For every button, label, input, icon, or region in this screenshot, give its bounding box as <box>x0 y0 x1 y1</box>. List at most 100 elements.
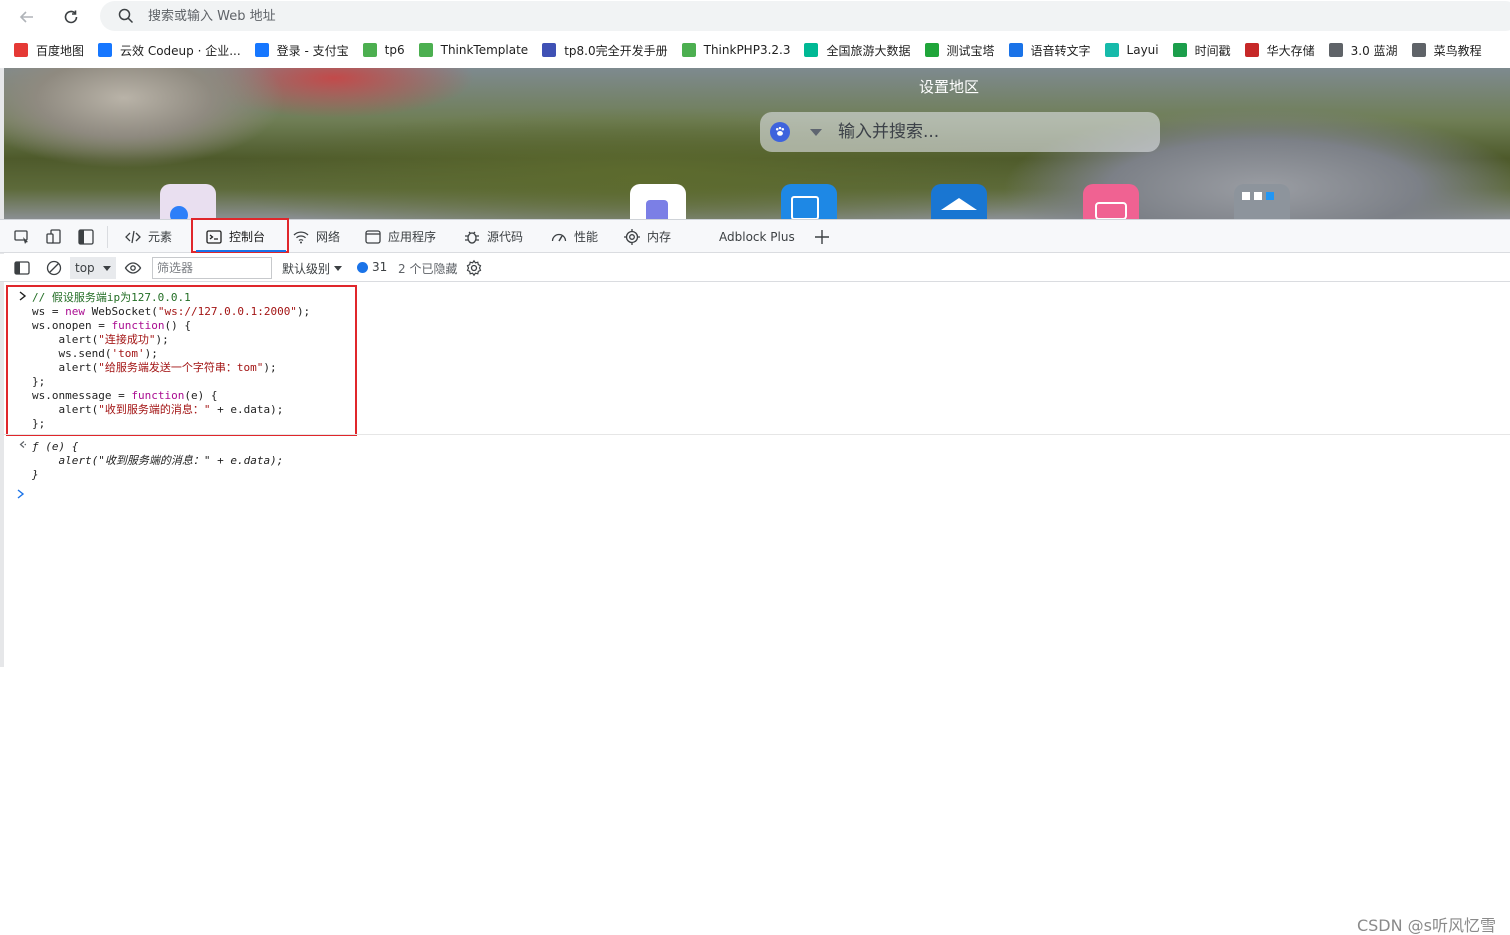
search-icon <box>118 8 134 24</box>
divider <box>107 226 108 248</box>
bookmark-item[interactable]: ThinkPHP3.2.3 <box>681 39 791 61</box>
dropdown-caret-icon <box>102 265 111 271</box>
thinkphp-icon <box>681 43 696 57</box>
tab-elements[interactable]: 元素 <box>124 220 172 253</box>
bookmark-item[interactable]: tp6 <box>362 39 405 61</box>
clear-console-icon[interactable] <box>45 259 63 277</box>
console-icon <box>206 229 222 244</box>
shortcut-tile[interactable] <box>1083 184 1139 219</box>
bookmark-item[interactable]: 语音转文字 <box>1008 39 1091 61</box>
code-token: }; <box>32 417 46 430</box>
code-token: ws.onopen = <box>32 319 112 332</box>
hidden-count: 2 个已隐藏 <box>398 262 458 276</box>
back-button[interactable] <box>14 4 40 30</box>
add-tab-plus-icon[interactable] <box>813 228 831 246</box>
bookmark-item[interactable]: 全国旅游大数据 <box>804 39 911 61</box>
engine-dropdown-icon[interactable] <box>810 129 822 136</box>
shortcut-tile[interactable] <box>781 184 837 219</box>
refresh-button[interactable] <box>58 4 84 30</box>
bookmark-item[interactable]: 登录 - 支付宝 <box>254 39 349 61</box>
message-count-badge[interactable]: 31 <box>357 260 387 274</box>
bookmark-item[interactable]: 测试宝塔 <box>924 39 995 61</box>
tab-performance[interactable]: 性能 <box>550 220 598 253</box>
bookmark-item[interactable]: 菜鸟教程 <box>1411 39 1482 61</box>
console-command[interactable]: // 假设服务端ip为127.0.0.1 ws = new WebSocket("… <box>32 291 310 431</box>
code-token: 'tom' <box>111 347 145 360</box>
result-arrow-icon <box>18 440 27 454</box>
bookmark-item[interactable]: 百度地图 <box>14 39 84 61</box>
divider <box>0 434 1510 435</box>
code-token: ); <box>155 333 169 346</box>
tab-memory[interactable]: 内存 <box>623 220 671 253</box>
eye-icon[interactable] <box>124 259 142 277</box>
alipay-icon <box>254 43 269 57</box>
bookmark-item[interactable]: 3.0 蓝湖 <box>1328 39 1398 61</box>
bookmark-item[interactable]: Layui <box>1104 39 1159 61</box>
tab-label: 控制台 <box>229 230 266 244</box>
home-icon <box>941 198 977 210</box>
code-token: alert( <box>32 361 99 374</box>
bookmark-item[interactable]: ThinkTemplate <box>418 39 528 61</box>
tab-sources[interactable]: 源代码 <box>463 220 523 253</box>
tab-label: 性能 <box>574 230 599 244</box>
code-token: "ws://127.0.0.1:2000" <box>157 305 297 318</box>
code-token: // 假设服务端ip为127.0.0.1 <box>32 291 191 304</box>
code-line: }; <box>32 375 310 389</box>
play-icon <box>804 43 819 57</box>
bookmark-item[interactable]: 华大存储 <box>1244 39 1315 61</box>
tab-application[interactable]: 应用程序 <box>364 220 436 253</box>
folder-grid-icon <box>1242 192 1250 200</box>
newtab-search-box[interactable] <box>760 112 1160 152</box>
active-tab-indicator <box>196 250 286 252</box>
console-output-area[interactable]: // 假设服务端ip为127.0.0.1 ws = new WebSocket("… <box>0 283 1510 934</box>
bookmark-label: 测试宝塔 <box>946 43 995 58</box>
tab-console[interactable]: 控制台 <box>205 220 265 253</box>
code-token: () { <box>164 319 191 332</box>
speedometer-icon <box>551 233 567 241</box>
shortcut-tile[interactable] <box>160 184 216 219</box>
bookmarks-bar: 百度地图 云效 Codeup · 企业... 登录 - 支付宝 tp6 ThinkTem… <box>0 36 1510 64</box>
code-token: "连接成功" <box>98 333 156 346</box>
shortcut-folder-tile[interactable] <box>1234 184 1290 219</box>
set-region-link[interactable]: 设置地区 <box>884 76 1014 97</box>
newtab-search-input[interactable] <box>838 120 1138 144</box>
result-line: } <box>32 468 39 481</box>
tab-label: 元素 <box>148 230 173 244</box>
code-token: (e) { <box>184 389 218 402</box>
filter-input[interactable] <box>152 257 272 279</box>
bookmark-item[interactable]: tp8.0完全开发手册 <box>542 39 668 61</box>
bookmark-label: ThinkPHP3.2.3 <box>703 43 791 57</box>
map-pin-icon <box>14 43 28 57</box>
folder-grid-icon <box>1254 192 1262 200</box>
bookmark-item[interactable]: 时间戳 <box>1172 39 1231 61</box>
settings-gear-icon[interactable] <box>465 259 483 277</box>
baidu-paw-icon[interactable] <box>770 122 790 142</box>
context-value: top <box>75 261 95 275</box>
device-toolbar-icon[interactable] <box>45 228 63 246</box>
omnibox[interactable] <box>100 1 1510 31</box>
wifi-icon <box>293 230 309 243</box>
shortcut-tile[interactable] <box>931 184 987 219</box>
console-result[interactable]: ƒ (e) { alert("收到服务端的消息：" + e.data);} <box>32 440 283 482</box>
bookmark-item[interactable]: 云效 Codeup · 企业... <box>98 39 241 61</box>
new-tab-page: 设置地区 <box>4 68 1510 219</box>
bookmark-label: Layui <box>1126 43 1159 57</box>
console-prompt-icon[interactable] <box>16 488 25 504</box>
code-token: WebSocket( <box>85 305 158 318</box>
tab-adblock[interactable]: Adblock Plus <box>719 220 795 253</box>
context-selector[interactable]: top <box>70 257 116 279</box>
tab-network[interactable]: 网络 <box>292 220 340 253</box>
address-input[interactable] <box>148 5 948 27</box>
sidebar-toggle-icon[interactable] <box>13 259 31 277</box>
code-line: ws = new WebSocket("ws://127.0.0.1:2000"… <box>32 305 310 319</box>
bilibili-icon <box>1095 202 1127 219</box>
log-levels-dropdown[interactable]: 默认级别 <box>282 260 343 277</box>
dock-side-icon[interactable] <box>77 228 95 246</box>
code-line: // 假设服务端ip为127.0.0.1 <box>32 291 310 305</box>
dropdown-caret-icon <box>334 266 343 271</box>
message-count: 31 <box>372 260 388 274</box>
dashboard-icon <box>791 196 819 219</box>
inspect-element-icon[interactable] <box>13 228 31 246</box>
tab-label: 内存 <box>647 230 672 244</box>
shortcut-tile[interactable] <box>630 184 686 219</box>
